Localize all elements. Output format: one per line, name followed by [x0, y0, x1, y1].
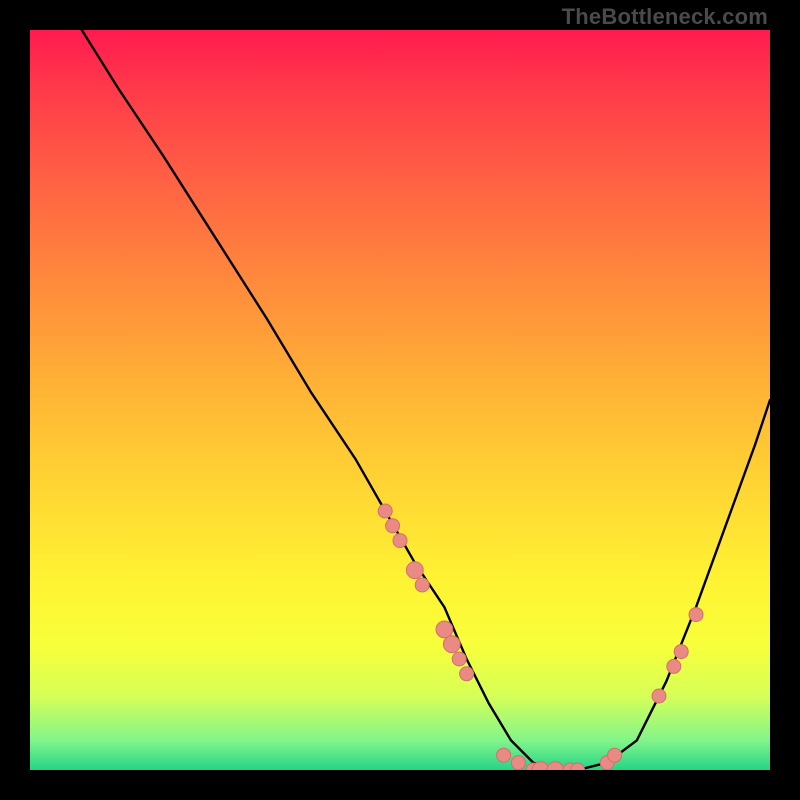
- data-point: [608, 748, 622, 762]
- data-point: [386, 519, 400, 533]
- data-point: [689, 608, 703, 622]
- data-point: [674, 645, 688, 659]
- data-point: [667, 659, 681, 673]
- data-point: [378, 504, 392, 518]
- data-point: [406, 562, 423, 579]
- watermark-text: TheBottleneck.com: [562, 4, 768, 30]
- data-point: [452, 652, 466, 666]
- chart-overlay: [30, 30, 770, 770]
- frame-bottom: [0, 770, 800, 800]
- frame-left: [0, 0, 30, 800]
- data-point: [497, 748, 511, 762]
- data-point: [652, 689, 666, 703]
- data-point: [460, 667, 474, 681]
- data-point: [393, 534, 407, 548]
- data-point: [415, 578, 429, 592]
- data-point: [511, 756, 525, 770]
- frame-right: [770, 0, 800, 800]
- data-point: [443, 636, 460, 653]
- bottleneck-curve: [82, 30, 770, 770]
- plot-area: [30, 30, 770, 770]
- data-point: [436, 621, 453, 638]
- data-markers: [378, 504, 703, 778]
